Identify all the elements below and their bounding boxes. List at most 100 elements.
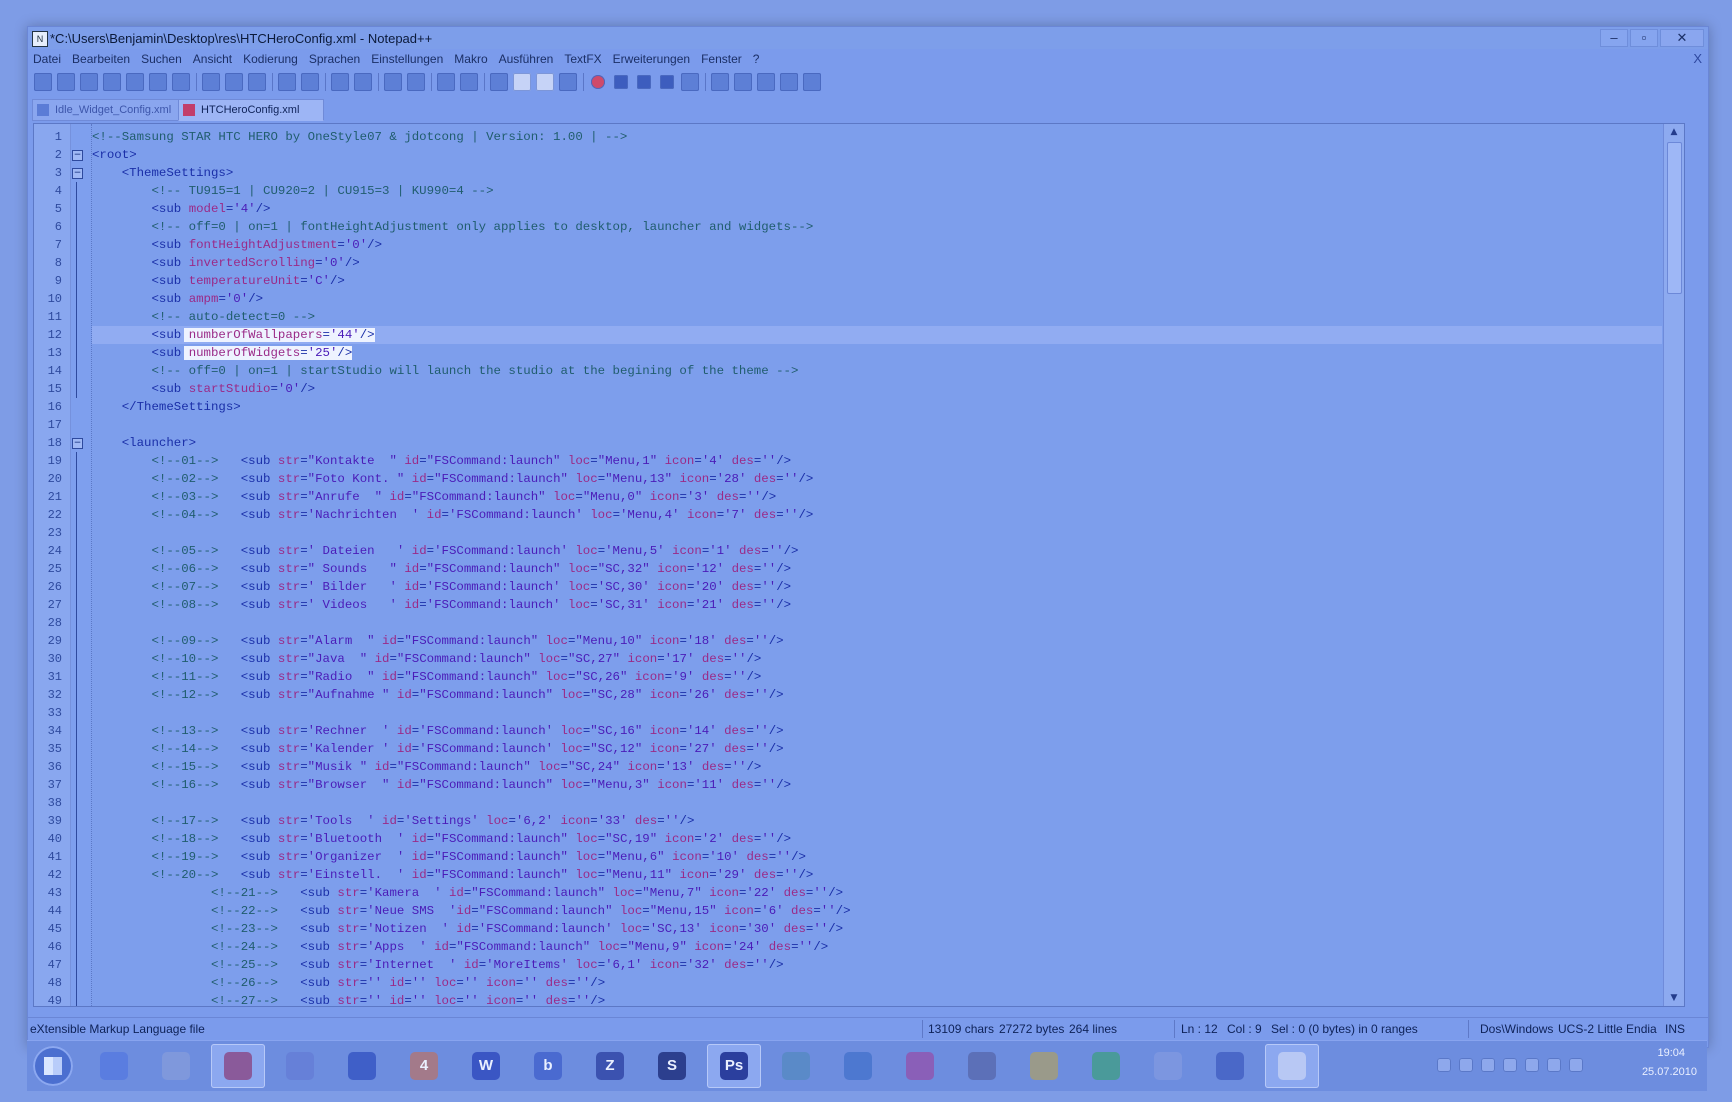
taskbar-app-s[interactable]: S [645,1044,699,1088]
new-icon[interactable] [34,73,52,91]
code-line[interactable]: 37 <!--16--> <sub str="Browser " id="FSC… [48,776,1662,794]
code-line[interactable]: 44 <!--22--> <sub str='Neue SMS 'id="FSC… [48,902,1662,920]
code-line[interactable]: 32 <!--12--> <sub str="Aufnahme " id="FS… [48,686,1662,704]
start-button[interactable] [33,1046,73,1086]
find-icon[interactable] [331,73,349,91]
fold-end-icon[interactable] [72,402,81,411]
code-line[interactable]: 27 <!--08--> <sub str=' Videos ' id='FSC… [48,596,1662,614]
tab-active[interactable]: HTCHeroConfig.xml [178,99,324,121]
taskbar-notepadpp[interactable] [1265,1044,1319,1088]
doc-map-icon[interactable] [559,73,577,91]
code-line[interactable]: 29 <!--09--> <sub str="Alarm " id="FSCom… [48,632,1662,650]
undo-icon[interactable] [278,73,296,91]
code-line[interactable]: 38 [48,794,1662,812]
code-line[interactable]: 12 <sub numberOfWallpapers='44'/> [48,326,1662,344]
tray-app-icon[interactable] [1459,1058,1473,1072]
menu-item[interactable]: Sprachen [304,49,366,66]
down-icon[interactable] [757,73,775,91]
code-line[interactable]: 17 [48,416,1662,434]
taskbar-word[interactable]: W [459,1044,513,1088]
close-document-button[interactable]: X [1693,51,1702,66]
code-line[interactable]: 48 <!--26--> <sub str='' id='' loc='' ic… [48,974,1662,992]
fold-toggle-icon[interactable]: − [72,168,83,179]
code-line[interactable]: 13 <sub numberOfWidgets='25'/> [48,344,1662,362]
code-line[interactable]: 20 <!--02--> <sub str="Foto Kont. " id="… [48,470,1662,488]
code-line[interactable]: 35 <!--14--> <sub str='Kalender ' id='FS… [48,740,1662,758]
fold-toggle-icon[interactable]: − [72,150,83,161]
code-line[interactable]: 28 [48,614,1662,632]
menu-item[interactable]: Einstellungen [366,49,449,66]
taskbar-media-player[interactable] [87,1044,141,1088]
code-line[interactable]: 2− <root> [55,146,1662,164]
code-line[interactable]: 6 <!-- off=0 | on=1 | fontHeightAdjustme… [55,218,1662,236]
taskbar-photoshop[interactable]: Ps [707,1044,761,1088]
code-line[interactable]: 26 <!--07--> <sub str=' Bilder ' id='FSC… [48,578,1662,596]
taskbar-chat-app[interactable] [335,1044,389,1088]
taskbar-network-app[interactable] [273,1044,327,1088]
taskbar-app-4[interactable]: 4 [397,1044,451,1088]
code-line[interactable]: 40 <!--18--> <sub str='Bluetooth ' id="F… [48,830,1662,848]
taskbar-chrome[interactable] [769,1044,823,1088]
taskbar-tools-app[interactable] [1017,1044,1071,1088]
sync-h-icon[interactable] [460,73,478,91]
copy-icon[interactable] [225,73,243,91]
play-icon[interactable] [637,75,651,89]
code-line[interactable]: 36 <!--15--> <sub str="Musik " id="FSCom… [48,758,1662,776]
taskbar-power-app[interactable] [893,1044,947,1088]
code-line[interactable]: 5 <sub model='4'/> [55,200,1662,218]
close-button[interactable]: ✕ [1660,29,1704,47]
record-icon[interactable] [591,75,605,89]
tray-flag-icon[interactable] [1525,1058,1539,1072]
minimize-button[interactable]: – [1600,29,1628,47]
code-line[interactable]: 49 <!--27--> <sub str='' id='' loc='' ic… [48,992,1662,1006]
menu-item[interactable]: Datei [28,49,67,66]
taskbar-puzzle-app[interactable] [831,1044,885,1088]
spellcheck-icon[interactable] [803,73,821,91]
code-line[interactable]: 3− <ThemeSettings> [55,164,1662,182]
code-line[interactable]: 14 <!-- off=0 | on=1 | startStudio will … [48,362,1662,380]
code-line[interactable]: 34 <!--13--> <sub str='Rechner ' id='FSC… [48,722,1662,740]
redo-icon[interactable] [301,73,319,91]
code-line[interactable]: 25 <!--06--> <sub str=" Sounds " id="FSC… [48,560,1662,578]
code-line[interactable]: 8 <sub invertedScrolling='0'/> [55,254,1662,272]
open-icon[interactable] [57,73,75,91]
print-icon[interactable] [172,73,190,91]
code-line[interactable]: 11 <!-- auto-detect=0 --> [48,308,1662,326]
close-icon[interactable] [126,73,144,91]
fold-toggle-icon[interactable]: − [72,438,83,449]
code-line[interactable]: 23 [48,524,1662,542]
code-line[interactable]: 24 <!--05--> <sub str=' Dateien ' id='FS… [48,542,1662,560]
menu-item[interactable]: Kodierung [238,49,304,66]
up-icon[interactable] [734,73,752,91]
tray-security-icon[interactable] [1503,1058,1517,1072]
sync-v-icon[interactable] [437,73,455,91]
tray-network-icon[interactable] [1547,1058,1561,1072]
code-area[interactable]: 1 <!--Samsung STAR HTC HERO by OneStyle07… [48,128,1662,1006]
code-line[interactable]: 33 [48,704,1662,722]
menu-item[interactable]: Ansicht [188,49,238,66]
code-line[interactable]: 10 <sub ampm='0'/> [48,290,1662,308]
paste-icon[interactable] [248,73,266,91]
code-line[interactable]: 9 <sub temperatureUnit='C'/> [55,272,1662,290]
code-line[interactable]: 41 <!--19--> <sub str='Organizer ' id="F… [48,848,1662,866]
code-line[interactable]: 21 <!--03--> <sub str="Anrufe " id="FSCo… [48,488,1662,506]
taskbar-network-monitor[interactable] [1141,1044,1195,1088]
indent-guide-icon[interactable] [536,73,554,91]
wrap-icon[interactable] [490,73,508,91]
code-line[interactable]: 18− <launcher> [48,434,1662,452]
code-line[interactable]: 42 <!--20--> <sub str='Einstell. ' id="F… [48,866,1662,884]
play-multi-icon[interactable] [660,75,674,89]
code-line[interactable]: 4 <!-- TU915=1 | CU920=2 | CU915=3 | KU9… [55,182,1662,200]
cut-icon[interactable] [202,73,220,91]
title-bar[interactable]: N *C:\Users\Benjamin\Desktop\res\HTCHero… [28,27,1708,49]
save-icon[interactable] [80,73,98,91]
scroll-down-arrow[interactable]: ▼ [1664,990,1684,1006]
tray-shield-icon[interactable] [1481,1058,1495,1072]
tray-volume-icon[interactable] [1569,1058,1583,1072]
tab-inactive[interactable]: Idle_Widget_Config.xml [32,99,198,121]
code-line[interactable]: 19 <!--01--> <sub str="Kontakte " id="FS… [48,452,1662,470]
taskbar-factory-app[interactable] [1203,1044,1257,1088]
editor[interactable]: 1 <!--Samsung STAR HTC HERO by OneStyle07… [33,123,1685,1007]
code-line[interactable]: 47 <!--25--> <sub str='Internet ' id='Mo… [48,956,1662,974]
stop-icon[interactable] [614,75,628,89]
